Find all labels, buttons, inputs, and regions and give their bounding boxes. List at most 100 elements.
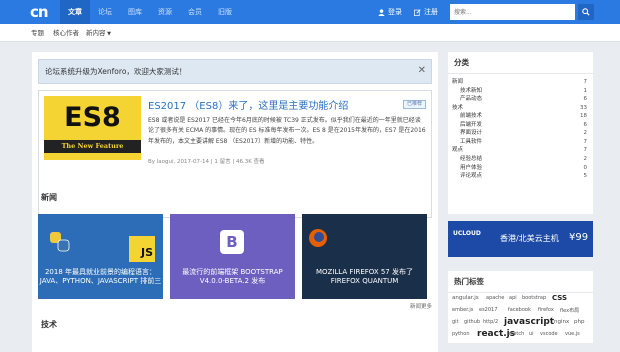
tag-link[interactable]: angular.js bbox=[452, 295, 479, 301]
search-button[interactable] bbox=[578, 4, 594, 20]
user-icon bbox=[378, 8, 385, 16]
category-item[interactable]: 技术新知 1 bbox=[452, 87, 589, 96]
tags-box: 热门标签 angular.js apache api bootstrap CSS embe… bbox=[448, 271, 593, 343]
js-logo-icon: JS bbox=[129, 236, 155, 262]
tag-link[interactable]: es2017 bbox=[479, 307, 497, 313]
category-item[interactable]: 用户体验 0 bbox=[452, 164, 589, 173]
category-count: 33 bbox=[580, 104, 587, 111]
featured-image[interactable]: ES8 The New Feature bbox=[44, 96, 141, 160]
tag-link[interactable]: facebook bbox=[508, 307, 531, 313]
main-content: 论坛系统升级为Xenforo，欢迎大家测试！ ✕ ES8 The New Fea… bbox=[32, 52, 438, 352]
category-label: 工具软件 bbox=[460, 138, 483, 145]
login-link[interactable]: 登录 bbox=[378, 7, 402, 17]
category-count: 6 bbox=[583, 96, 588, 103]
category-item[interactable]: 界面设计 2 bbox=[452, 129, 589, 138]
ad-brand: UCLOUD bbox=[453, 230, 481, 237]
category-count: 2 bbox=[583, 130, 588, 137]
nav-item-forum[interactable]: 论坛 bbox=[90, 0, 120, 24]
login-label: 登录 bbox=[388, 8, 402, 16]
python-logo-icon bbox=[50, 232, 70, 252]
tag-link[interactable]: ui bbox=[529, 331, 534, 337]
news-card-caption: 最流行的前端框架 BOOTSTRAP V4.0.0-BETA.2 发布 bbox=[182, 268, 283, 285]
category-count: 7 bbox=[583, 79, 588, 85]
news-more-link[interactable]: 新闻更多 bbox=[410, 302, 432, 310]
tag-link[interactable]: git bbox=[452, 319, 459, 325]
chevron-down-icon: ▼ bbox=[105, 31, 111, 37]
category-count: 0 bbox=[583, 164, 588, 171]
featured-title[interactable]: ES2017 （ES8）来了，这里是主要功能介绍 bbox=[148, 97, 348, 112]
tag-link[interactable]: javascript bbox=[504, 317, 554, 327]
tag-link[interactable]: php bbox=[574, 319, 584, 325]
category-count: 18 bbox=[580, 113, 587, 120]
news-card[interactable]: MOZILLA FIREFOX 57 发布了 FIREFOX QUANTUM bbox=[302, 214, 427, 299]
site-logo[interactable]: cn bbox=[30, 3, 56, 21]
tag-link[interactable]: sketch bbox=[508, 331, 524, 337]
category-item[interactable]: 经验总结 2 bbox=[452, 155, 589, 164]
featured-image-title: ES8 bbox=[64, 102, 121, 133]
category-item[interactable]: 后端开发 6 bbox=[452, 121, 589, 130]
tag-link[interactable]: nginx bbox=[554, 319, 569, 325]
category-label: 新闻 bbox=[452, 79, 464, 85]
category-count: 5 bbox=[583, 173, 588, 180]
tag-link[interactable]: flex布局 bbox=[560, 307, 579, 314]
tag-link[interactable]: http/2 bbox=[483, 319, 498, 325]
category-item[interactable]: 产品动态 6 bbox=[452, 95, 589, 104]
subnav-topics[interactable]: 专题 bbox=[31, 24, 44, 42]
nav-item-legacy[interactable]: 旧版 bbox=[210, 0, 240, 24]
ad-text: 香港/北美云主机 bbox=[500, 234, 559, 243]
featured-meta: By laogui, 2017-07-14 | 1 留言 | 46.3K 查看 bbox=[148, 159, 265, 165]
category-label: 后端开发 bbox=[460, 121, 483, 128]
category-item[interactable]: 工具软件 7 bbox=[452, 138, 589, 147]
category-count: 1 bbox=[583, 87, 588, 94]
register-label: 注册 bbox=[424, 8, 438, 16]
tag-link[interactable]: CSS bbox=[552, 294, 567, 302]
tag-link[interactable]: apache bbox=[486, 295, 504, 301]
categories-box: 分类 新闻 7 技术新知 1 产品动态 6 技术 33 前端技术 18 后端开发 6 界面设计 2 工具软件… bbox=[448, 52, 593, 214]
featured-article: ES8 The New Feature ES2017 （ES8）来了，这里是主要… bbox=[38, 90, 432, 218]
nav-item-gallery[interactable]: 图库 bbox=[120, 0, 150, 24]
category-item[interactable]: 前端技术 18 bbox=[452, 112, 589, 121]
main-nav: 文章 论坛 图库 资源 会员 旧版 bbox=[60, 0, 240, 24]
tag-link[interactable]: ember.js bbox=[452, 307, 473, 313]
category-item[interactable]: 新闻 7 bbox=[452, 78, 589, 87]
nav-item-members[interactable]: 会员 bbox=[180, 0, 210, 24]
category-label: 前端技术 bbox=[460, 113, 483, 120]
category-label: 经验总结 bbox=[460, 155, 483, 162]
category-item[interactable]: 观点 7 bbox=[452, 146, 589, 155]
tags-title: 热门标签 bbox=[448, 271, 593, 293]
edit-icon bbox=[414, 8, 421, 16]
search-input[interactable] bbox=[450, 4, 575, 20]
subnav-new-content[interactable]: 新内容 ▼ bbox=[86, 24, 111, 43]
category-label: 产品动态 bbox=[460, 96, 483, 103]
tag-link[interactable]: vue.js bbox=[565, 331, 580, 337]
news-section-title: 新闻 bbox=[41, 193, 57, 202]
tag-link[interactable]: github bbox=[464, 319, 480, 325]
tag-link[interactable]: vscode bbox=[540, 331, 558, 337]
close-icon[interactable]: ✕ bbox=[418, 60, 426, 81]
news-card[interactable]: B 最流行的前端框架 BOOTSTRAP V4.0.0-BETA.2 发布 bbox=[170, 214, 295, 299]
register-link[interactable]: 注册 bbox=[414, 7, 438, 17]
nav-item-resources[interactable]: 资源 bbox=[150, 0, 180, 24]
categories-title: 分类 bbox=[448, 52, 593, 74]
subnav-core-authors[interactable]: 核心作者 bbox=[53, 24, 79, 42]
tag-link[interactable]: python bbox=[452, 331, 470, 337]
tag-link[interactable]: api bbox=[509, 295, 517, 301]
category-count: 2 bbox=[583, 155, 588, 162]
notice-banner: 论坛系统升级为Xenforo，欢迎大家测试！ ✕ bbox=[38, 59, 432, 84]
tag-link[interactable]: bootstrap bbox=[522, 295, 546, 301]
notice-text: 论坛系统升级为Xenforo，欢迎大家测试！ bbox=[45, 67, 187, 76]
tech-section-title: 技术 bbox=[41, 320, 57, 329]
category-item[interactable]: 技术 33 bbox=[452, 104, 589, 113]
tag-link[interactable]: firefox bbox=[538, 307, 554, 313]
nav-item-articles[interactable]: 文章 bbox=[60, 0, 90, 24]
category-label: 技术新知 bbox=[460, 87, 483, 94]
news-cards: JS 2018 年最具就业前景的编程语言：JAVA、PYTHON、JAVASCR… bbox=[38, 214, 432, 299]
bootstrap-logo-icon: B bbox=[220, 230, 244, 254]
featured-summary: ES8 或者说是 ES2017 已经在今年6月底的时候被 TC39 正式发布。似… bbox=[148, 117, 426, 145]
subnav-new-content-label: 新内容 bbox=[86, 29, 106, 37]
ad-price: ¥99 bbox=[569, 232, 589, 243]
ad-banner[interactable]: UCLOUD 香港/北美云主机 ¥99 bbox=[448, 221, 593, 257]
category-label: 用户体验 bbox=[460, 164, 483, 171]
news-card[interactable]: JS 2018 年最具就业前景的编程语言：JAVA、PYTHON、JAVASCR… bbox=[38, 214, 163, 299]
category-item[interactable]: 评论观点 5 bbox=[452, 172, 589, 181]
